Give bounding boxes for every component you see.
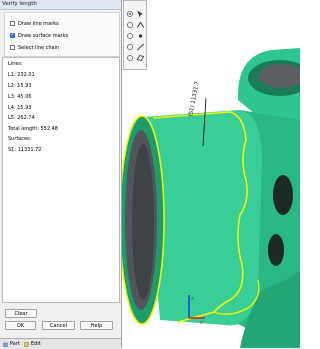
z-axis-label: z bbox=[191, 296, 194, 302]
panel-title-bar: Verify length bbox=[0, 0, 121, 10]
point-select-icon[interactable] bbox=[136, 32, 145, 40]
draw-line-marks-checkbox[interactable] bbox=[10, 21, 15, 26]
results-list[interactable]: Lines: L1: 232.01 L2: 15.93 L3: 45.06 L4… bbox=[2, 57, 120, 303]
bottom-tab-bar: Part Edit bbox=[0, 338, 121, 349]
select-mode-radio[interactable] bbox=[127, 22, 133, 28]
options-group: Draw line marks Draw surface marks Selec… bbox=[4, 12, 120, 57]
side-hole bbox=[268, 234, 284, 266]
select-mode-radio[interactable] bbox=[127, 33, 133, 39]
bore-shadow bbox=[132, 144, 154, 300]
selection-toolbar bbox=[123, 0, 147, 70]
select-mode-radio[interactable] bbox=[127, 11, 133, 17]
select-mode-radio[interactable] bbox=[127, 55, 133, 61]
3d-viewport[interactable]: z x (S1) 11331.7 bbox=[122, 0, 300, 348]
model-render: z x bbox=[122, 48, 300, 348]
select-line-chain-checkbox[interactable] bbox=[10, 45, 15, 50]
line-result: L5: 262.74 bbox=[8, 115, 35, 121]
edge-select-icon[interactable] bbox=[136, 21, 145, 29]
line-select-icon[interactable] bbox=[136, 43, 145, 51]
edit-icon bbox=[24, 341, 29, 347]
draw-line-marks-label: Draw line marks bbox=[18, 20, 59, 27]
select-line-chain-option[interactable]: Select line chain bbox=[10, 44, 59, 51]
panel-title: Verify length bbox=[2, 1, 37, 7]
cancel-button[interactable]: Cancel bbox=[42, 321, 75, 330]
surface-select-icon[interactable] bbox=[136, 54, 145, 62]
ok-button[interactable]: OK bbox=[5, 321, 36, 330]
draw-line-marks-option[interactable]: Draw line marks bbox=[10, 20, 59, 27]
surfaces-header: Surfaces: bbox=[8, 136, 32, 142]
draw-surface-marks-option[interactable]: Draw surface marks bbox=[10, 32, 68, 39]
side-hole bbox=[273, 175, 293, 215]
verify-length-panel: Verify length Draw line marks Draw surfa… bbox=[0, 0, 122, 349]
line-result: L2: 15.93 bbox=[8, 83, 32, 89]
draw-surface-marks-checkbox[interactable] bbox=[10, 33, 15, 38]
lines-header: Lines: bbox=[8, 61, 23, 67]
help-button[interactable]: Help bbox=[80, 321, 113, 330]
tab-part[interactable]: Part bbox=[3, 340, 20, 348]
draw-surface-marks-label: Draw surface marks bbox=[18, 32, 69, 39]
select-mode-radio[interactable] bbox=[127, 44, 133, 50]
line-result: L1: 232.01 bbox=[8, 72, 35, 78]
surface-result: S1: 11331.72 bbox=[8, 147, 42, 153]
tab-edit-label: Edit bbox=[31, 341, 41, 347]
clear-button[interactable]: Clear bbox=[5, 309, 37, 318]
select-line-chain-label: Select line chain bbox=[18, 44, 60, 51]
tab-edit[interactable]: Edit bbox=[24, 340, 41, 348]
tab-part-label: Part bbox=[10, 341, 20, 347]
pointer-icon[interactable] bbox=[136, 10, 145, 18]
line-result: L3: 45.06 bbox=[8, 94, 32, 100]
line-result: L4: 15.93 bbox=[8, 105, 32, 111]
total-length: Total length: 552.48 bbox=[8, 126, 58, 132]
part-icon bbox=[3, 342, 8, 347]
x-axis-label: x bbox=[200, 320, 203, 326]
